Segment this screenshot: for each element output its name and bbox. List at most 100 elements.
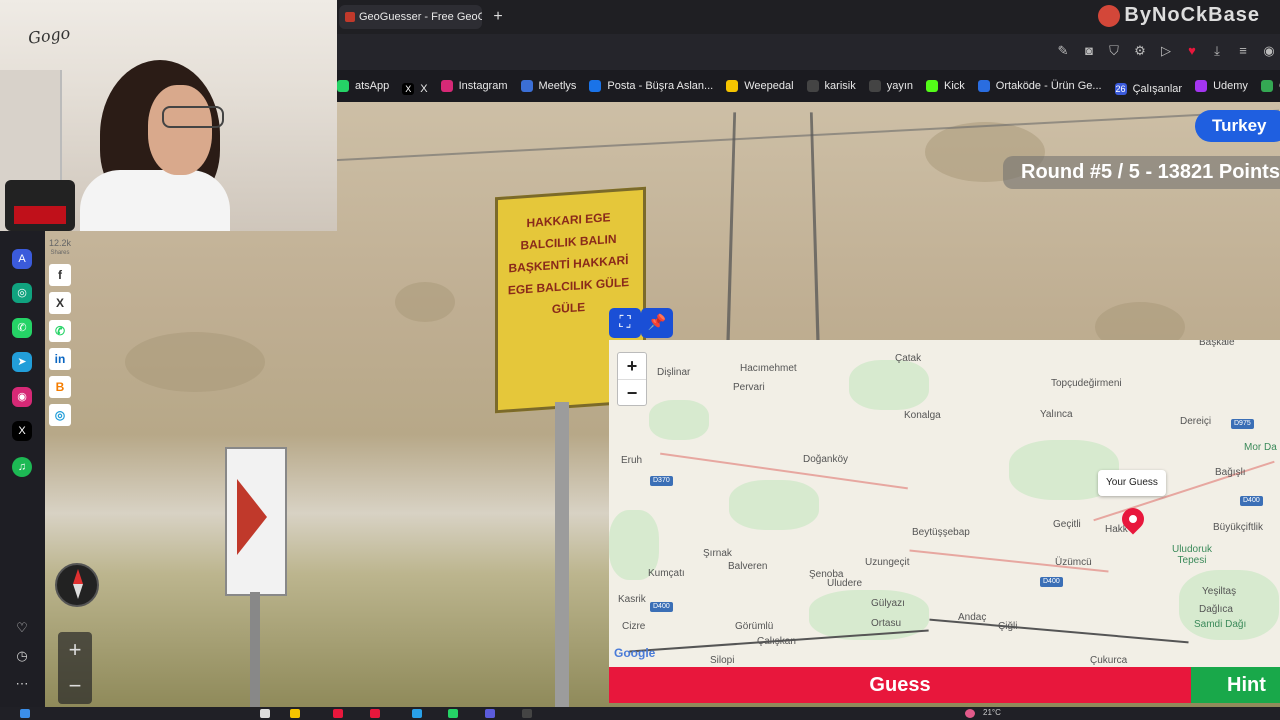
linkedin-share-icon[interactable]: in: [49, 348, 71, 370]
bookmark-item[interactable]: XX: [402, 73, 428, 102]
place-label: Büyükçiftlik: [1213, 522, 1264, 533]
bookmark-label: yayın: [886, 80, 914, 92]
bookmark-item[interactable]: Ortaköde - Ürün Ge...: [977, 70, 1102, 102]
weather-icon: [965, 709, 975, 718]
place-label: Çalışkan: [757, 636, 796, 647]
place-label: Mor Da: [1244, 442, 1277, 453]
country-badge[interactable]: Turkey: [1195, 110, 1280, 142]
compass-icon[interactable]: [55, 563, 99, 607]
chatgpt-icon[interactable]: ◎: [12, 283, 32, 303]
place-label: Samdi Dağı: [1194, 619, 1247, 630]
taskbar-app-icon[interactable]: [448, 709, 458, 718]
brand-logo-icon: [1098, 4, 1121, 27]
x-share-icon[interactable]: X: [49, 292, 71, 314]
taskbar-app-icon[interactable]: [522, 709, 532, 718]
place-label: Uludoruk Tepesi: [1171, 544, 1213, 566]
bookmark-favicon-icon: [977, 80, 990, 92]
chair-accent: [14, 206, 66, 224]
tab-title: GeoGuesser - Free GeoGu: [359, 11, 482, 23]
map-zoom-control: + −: [617, 352, 647, 406]
bookmark-item[interactable]: Udemy: [1195, 70, 1248, 102]
heart-icon[interactable]: ♡: [13, 619, 31, 637]
tab-geoguesser[interactable]: GeoGuesser - Free GeoGu: [339, 5, 482, 29]
bookmark-item[interactable]: karisik: [806, 70, 856, 102]
bookmark-favicon-icon: [440, 80, 453, 92]
whatsapp-share-icon[interactable]: ✆: [49, 320, 71, 342]
taskbar-app-icon[interactable]: [333, 709, 343, 718]
map-zoom-out-button[interactable]: −: [618, 379, 646, 406]
marker-dot: [1127, 513, 1139, 525]
guess-map[interactable]: + − Başkale Çatak Hacımehmet Dişlinar Pe…: [609, 340, 1280, 667]
place-label: Yeşiltaş: [1202, 586, 1237, 597]
bookmark-label: Çalışanlar: [1132, 83, 1183, 95]
brand-watermark: ByNoCkBase: [1098, 4, 1260, 27]
bookmark-item[interactable]: Posta - Büşra Aslan...: [589, 70, 713, 102]
rock-bush: [125, 332, 265, 392]
streamer-shirt: [80, 170, 230, 231]
map-pin-button[interactable]: 📌: [641, 308, 673, 338]
compass-south-icon: [73, 584, 83, 599]
bookmark-favicon-icon: [868, 80, 881, 92]
webcam-overlay: Gogo: [0, 0, 337, 231]
spotify-icon[interactable]: ♫: [12, 457, 32, 477]
bookmark-label: Instagram: [458, 80, 508, 92]
bookmark-item[interactable]: atsApp: [337, 70, 389, 102]
glasses-icon: [162, 106, 224, 128]
play-icon[interactable]: ▷: [1158, 43, 1174, 59]
instagram-icon[interactable]: ◉: [12, 387, 32, 407]
taskbar-app-icon[interactable]: [370, 709, 380, 718]
bookmark-item[interactable]: Instagram: [440, 70, 508, 102]
streetview-zoom-in-button[interactable]: +: [58, 632, 92, 668]
download-icon[interactable]: ⤓: [1209, 43, 1225, 59]
bookmark-item[interactable]: yayın: [868, 70, 914, 102]
facebook-share-icon[interactable]: f: [49, 264, 71, 286]
taskbar-app-icon[interactable]: [290, 709, 300, 718]
place-label: Kumçatı: [648, 568, 685, 579]
map-zoom-in-button[interactable]: +: [618, 353, 646, 379]
blogger-share-icon[interactable]: B: [49, 376, 71, 398]
x-icon[interactable]: X: [12, 421, 32, 441]
guess-button[interactable]: Guess: [609, 667, 1191, 703]
taskbar-app-icon[interactable]: [412, 709, 422, 718]
more-icon[interactable]: ⋯: [13, 675, 31, 693]
place-label: Çukurca: [1090, 655, 1128, 666]
new-tab-button[interactable]: +: [489, 8, 507, 26]
whatsapp-icon[interactable]: ✆: [12, 318, 32, 338]
taskbar-app-icon[interactable]: [260, 709, 270, 718]
bookmark-item[interactable]: Meetlys: [520, 70, 577, 102]
place-label: Dereiçi: [1180, 416, 1212, 427]
place-label: Geçitli: [1053, 519, 1081, 530]
place-label: Beytüşşebap: [912, 527, 970, 538]
share-icon[interactable]: ◎: [49, 404, 71, 426]
telegram-icon[interactable]: ➤: [12, 352, 32, 372]
chevron-road-sign: [225, 447, 287, 596]
place-label: Silopi: [710, 655, 735, 666]
bookmark-favicon-icon: [1195, 80, 1208, 92]
place-label: Dağlıca: [1199, 604, 1233, 615]
menu-icon[interactable]: ≡: [1235, 43, 1251, 59]
translate-icon[interactable]: ⚙: [1132, 43, 1148, 59]
taskbar-app-icon[interactable]: [485, 709, 495, 718]
bookmark-item[interactable]: 26 Çalışanlar: [1114, 73, 1183, 102]
bookmark-label: Weepedal: [744, 80, 794, 92]
bookmark-label: karisik: [824, 80, 856, 92]
clock-icon[interactable]: ◷: [13, 647, 31, 665]
start-icon[interactable]: [20, 709, 30, 718]
bookmark-item[interactable]: Google Haritala: [1260, 70, 1280, 102]
streetview-zoom-out-button[interactable]: −: [58, 668, 92, 704]
bookmarks-bar: atsApp X X Instagram Meetlys Posta - Büşra As…: [337, 70, 1280, 102]
hint-button[interactable]: Hint: [1191, 667, 1280, 703]
profile-icon[interactable]: ◉: [1261, 43, 1277, 59]
app-icon[interactable]: A: [12, 249, 32, 269]
bookmark-label: Meetlys: [538, 80, 577, 92]
highway-shield: D975: [1231, 419, 1254, 429]
heart-icon[interactable]: ♥: [1184, 43, 1200, 59]
edit-icon[interactable]: ✎: [1055, 43, 1071, 59]
place-label: Andaç: [958, 612, 987, 623]
camera-icon[interactable]: ◙: [1081, 43, 1097, 59]
shield-icon[interactable]: ⛉: [1106, 43, 1122, 59]
map-expand-button[interactable]: ⛶: [609, 308, 641, 338]
bookmark-item[interactable]: Weepedal: [726, 70, 794, 102]
place-label: Şırnak: [703, 548, 732, 559]
bookmark-item[interactable]: Kick: [926, 70, 965, 102]
